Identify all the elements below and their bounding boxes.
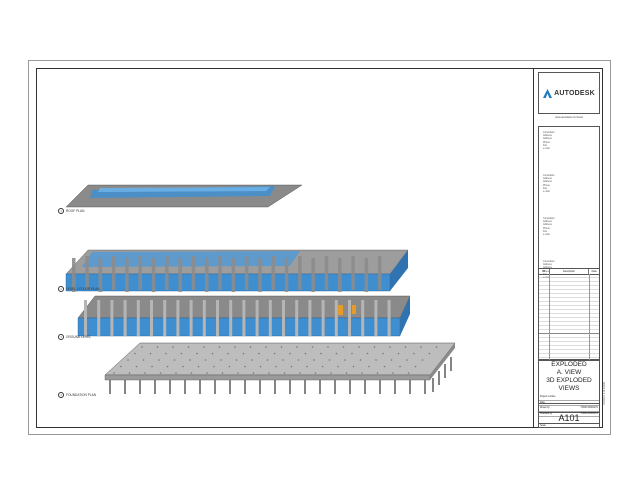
logo-text: AUTODESK [554, 89, 595, 97]
sheet-title-line: A. VIEW [556, 369, 582, 376]
view-number: 2 [58, 286, 64, 292]
revision-rows [539, 274, 599, 360]
title-block: AUTODESK www.autodesk.com/revit Consulta… [533, 68, 603, 428]
revision-table: No. Description Date [538, 268, 600, 360]
info-label: Project number [540, 396, 556, 398]
view-title: GROUND LEVEL [66, 335, 91, 339]
consultant-line: e-mail [543, 233, 550, 237]
view-label-ground: 3 GROUND LEVEL [58, 334, 91, 340]
level1-model [65, 249, 409, 292]
view-label-foundation: 4 FOUNDATION PLAN [58, 392, 96, 398]
view-title: LEVEL 1 FLOOR PLAN [66, 287, 100, 291]
view-number: 1 [58, 208, 64, 214]
view-title: FOUNDATION PLAN [66, 393, 97, 397]
info-label: Date [540, 401, 545, 404]
owner-text: www.autodesk.com/revit [555, 116, 583, 119]
consultant-line: e-mail [543, 190, 550, 194]
print-timestamp: 10/2/2017 2:14:04 PM [604, 382, 606, 405]
project-info: Project number Date Drawn by TODD MORGOV … [538, 395, 600, 417]
view-label-roof: 1 ROOF PLAN [58, 208, 84, 214]
sheet-title-line: 3D EXPLODED [546, 377, 592, 384]
consultant-group: Consultant Address Address Phone Fax e-m… [543, 131, 554, 150]
consultant-group: Consultant Address Address Phone Fax e-m… [543, 217, 554, 236]
logo-box: AUTODESK [538, 72, 600, 114]
sheet-title-line: VIEWS [558, 385, 580, 392]
autodesk-logo-icon [543, 88, 553, 98]
view-label-level1: 2 LEVEL 1 FLOOR PLAN [58, 286, 100, 292]
foundation-model [104, 342, 456, 394]
ground-model [77, 295, 411, 337]
sheet-number: A101 [538, 413, 600, 424]
view-title: ROOF PLAN [66, 209, 85, 213]
consultant-line: e-mail [543, 147, 550, 151]
info-value: TODD MORGOV [580, 407, 598, 409]
sheet-title-line: EXPLODED [551, 361, 587, 368]
scale-label: Scale [538, 424, 600, 428]
roof-model [65, 184, 303, 208]
view-number: 3 [58, 334, 64, 340]
view-number: 4 [58, 392, 64, 398]
info-label: Drawn by [540, 407, 550, 409]
consultant-group: Consultant Address Address Phone Fax e-m… [543, 174, 554, 193]
